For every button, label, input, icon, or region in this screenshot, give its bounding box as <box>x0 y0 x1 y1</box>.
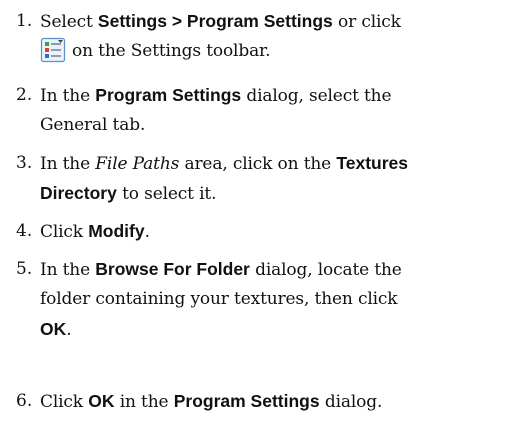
step-text-part: In the <box>40 86 96 106</box>
button-name: OK <box>40 319 67 339</box>
step-number: 6. <box>16 391 33 411</box>
step-text-part: In the <box>40 260 96 280</box>
step-text-part: on the Settings toolbar. <box>72 41 271 61</box>
step-number: 5. <box>16 259 33 279</box>
step-line: Click Modify. <box>40 216 518 246</box>
step-line: Directory to select it. <box>40 178 518 208</box>
step-text-part: area, click on the <box>179 154 337 174</box>
step-text-part: . <box>144 222 150 242</box>
step-text: In the File Paths area, click on the Tex… <box>40 148 518 208</box>
program-settings-icon <box>40 37 66 63</box>
step-text: In the Program Settings dialog, select t… <box>40 80 518 140</box>
step-line: on the Settings toolbar. <box>40 36 518 66</box>
area-name: File Paths <box>95 154 180 174</box>
step-text-part: Select <box>40 12 98 32</box>
step-line: In the Browse For Folder dialog, locate … <box>40 254 518 284</box>
step-number: 1. <box>16 11 33 31</box>
step-text-part: to select it. <box>116 184 217 204</box>
button-name: Modify <box>88 221 145 241</box>
step-text-part: folder containing your textures, then cl… <box>40 289 398 309</box>
button-name: OK <box>88 391 115 411</box>
step-text-part: In the <box>40 154 96 174</box>
step-line: General tab. <box>40 110 518 140</box>
step-text-part: Click <box>40 392 89 412</box>
item-name: Textures <box>336 153 408 173</box>
step-text: Click OK in the Program Settings dialog. <box>40 386 518 416</box>
step-line: Select Settings > Program Settings or cl… <box>40 6 518 36</box>
step-line: folder containing your textures, then cl… <box>40 284 518 314</box>
dialog-name: Browse For Folder <box>95 259 250 279</box>
step-number: 2. <box>16 85 33 105</box>
step-line: In the Program Settings dialog, select t… <box>40 80 518 110</box>
step-text: Click Modify. <box>40 216 518 246</box>
step-text-part: in the <box>114 392 174 412</box>
dialog-name: Program Settings <box>95 85 242 105</box>
step-text-part: dialog, select the <box>241 86 392 106</box>
step-text-part: or click <box>332 12 401 32</box>
step-text-part: . <box>66 320 72 340</box>
step-line: OK. <box>40 314 518 344</box>
step-text: In the Browse For Folder dialog, locate … <box>40 254 518 344</box>
step-text-part: dialog, locate the <box>249 260 402 280</box>
step-number: 3. <box>16 153 33 173</box>
step-text-part: dialog. <box>319 392 383 412</box>
step-text-part: General tab. <box>40 115 146 135</box>
step-number: 4. <box>16 221 33 241</box>
step-line: Click OK in the Program Settings dialog. <box>40 386 518 416</box>
step-text: Select Settings > Program Settings or cl… <box>40 6 518 66</box>
step-line: In the File Paths area, click on the Tex… <box>40 148 518 178</box>
step-text-part: Click <box>40 222 89 242</box>
menu-path: Settings > Program Settings <box>97 11 333 31</box>
item-name: Directory <box>40 183 117 203</box>
dialog-name: Program Settings <box>173 391 320 411</box>
